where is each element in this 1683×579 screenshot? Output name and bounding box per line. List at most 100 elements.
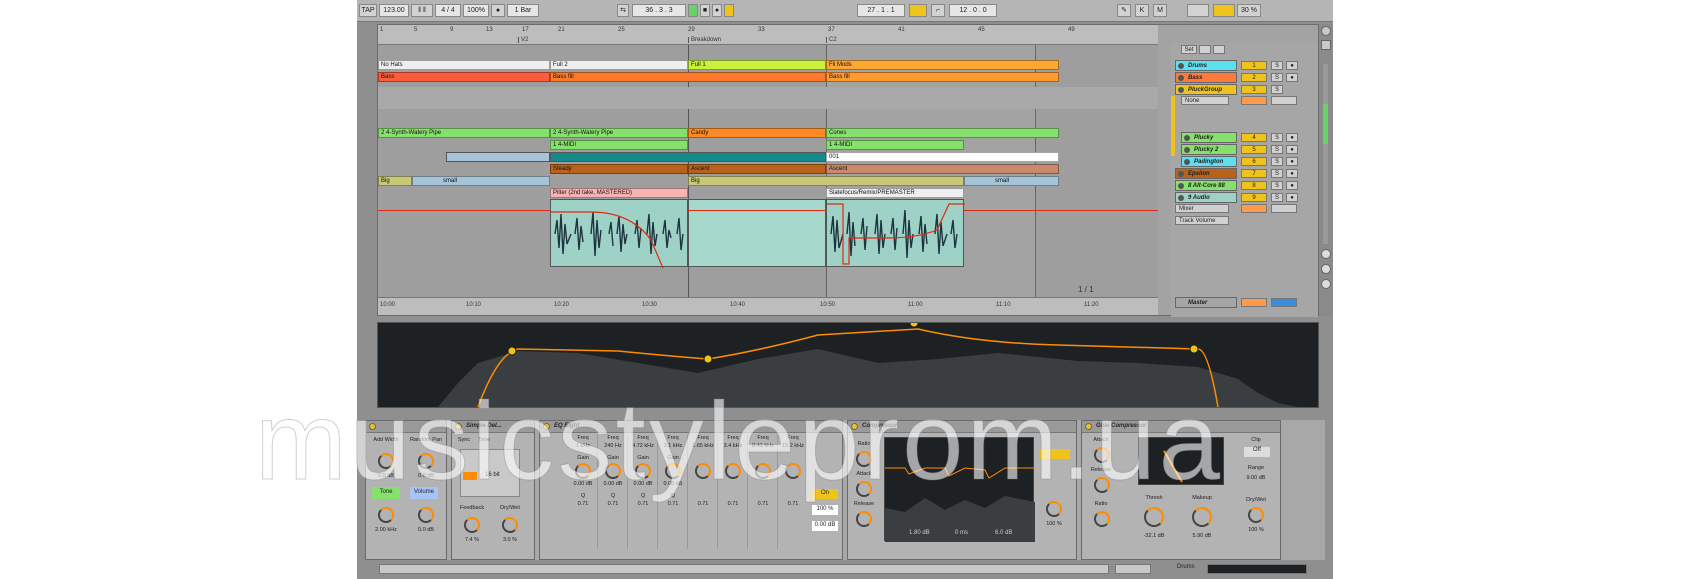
volume-button[interactable]: Volume xyxy=(410,487,438,499)
solo-button[interactable]: S xyxy=(1271,169,1283,178)
track-activator[interactable]: 2 xyxy=(1241,73,1267,82)
solo-button[interactable]: S xyxy=(1271,181,1283,190)
play-icon[interactable] xyxy=(1184,147,1190,153)
eq-spectrum-display[interactable] xyxy=(377,318,1319,408)
metronome-button[interactable]: ● xyxy=(491,4,505,17)
automation-monitor[interactable] xyxy=(1241,204,1267,213)
track-name[interactable]: Master xyxy=(1175,297,1237,308)
follow-button[interactable]: ⇆ xyxy=(617,4,629,17)
input-select[interactable]: None xyxy=(1181,96,1229,105)
arm-button[interactable]: ● xyxy=(1286,133,1298,142)
arrangement-clip[interactable]: Ascent xyxy=(688,164,826,174)
track-activator[interactable]: 1 xyxy=(1241,61,1267,70)
eq-band[interactable]: Freq 1 kHz Gain 0.00 dB Q 0.71 xyxy=(568,435,598,549)
play-icon[interactable] xyxy=(1184,135,1190,141)
gain-knob[interactable] xyxy=(605,463,621,479)
eq-band[interactable]: Freq 1.65 kHz 0.71 xyxy=(688,435,718,549)
draw-mode-icon[interactable]: ✎ xyxy=(1117,4,1131,17)
drywet-knob[interactable] xyxy=(1248,507,1264,523)
gain-knob[interactable] xyxy=(665,463,681,479)
arrangement-clip[interactable]: 2 4-Synth-Watery Pipe xyxy=(378,128,550,138)
eq-band[interactable]: Freq 8.41 kHz 0.71 xyxy=(748,435,778,549)
solo-button[interactable]: S xyxy=(1271,157,1283,166)
track-activator[interactable]: 3 xyxy=(1241,85,1267,94)
gain-knob[interactable] xyxy=(635,463,651,479)
arrangement-clip[interactable]: small xyxy=(412,176,550,186)
automation-device-select[interactable]: Mixer xyxy=(1175,204,1229,213)
track-activator[interactable]: 8 xyxy=(1241,181,1267,190)
track-plucky-2[interactable]: Plucky 2 5 S ● xyxy=(1171,144,1318,155)
midi-map-button[interactable]: M xyxy=(1153,4,1167,17)
tone-button[interactable]: Tone xyxy=(372,487,400,499)
sync-time-cell[interactable] xyxy=(463,472,477,480)
delay-time-grid[interactable]: 16 bit xyxy=(460,449,520,497)
threshold-knob[interactable] xyxy=(1144,507,1164,527)
eq-band-handle[interactable] xyxy=(909,318,919,328)
solo-button[interactable]: S xyxy=(1271,145,1283,154)
power-icon[interactable] xyxy=(455,423,462,430)
arm-button[interactable]: ● xyxy=(1286,145,1298,154)
locator[interactable]: C2 xyxy=(826,37,837,43)
song-position[interactable]: 36 . 3 . 3 xyxy=(632,4,686,17)
automation-arm-button[interactable] xyxy=(724,4,734,17)
master-volume[interactable] xyxy=(1241,298,1267,307)
track-name[interactable]: 8 Alt-Core 88 xyxy=(1175,180,1237,191)
gain-knob[interactable] xyxy=(575,463,591,479)
quantization-select[interactable]: 1 Bar xyxy=(507,4,539,17)
arrangement-clip[interactable]: Bass fill xyxy=(826,72,1059,82)
volume-knob[interactable] xyxy=(418,507,434,523)
locator[interactable]: Breakdown xyxy=(688,37,721,43)
arrangement-clip[interactable]: Candy xyxy=(688,128,826,138)
eq-band-handle[interactable] xyxy=(703,354,713,364)
release-knob[interactable] xyxy=(1094,477,1110,493)
automation-line[interactable] xyxy=(688,210,826,211)
eq-band[interactable]: Freq 3.1 kHz Gain 0.00 dB Q 0.71 xyxy=(658,435,688,549)
record-button[interactable]: ● xyxy=(712,4,722,17)
track-name[interactable]: Epsilon xyxy=(1175,168,1237,179)
arrangement-clip[interactable]: 001 xyxy=(826,152,1059,162)
track-activator[interactable]: 7 xyxy=(1241,169,1267,178)
audio-waveform[interactable] xyxy=(826,199,965,267)
eq-band-handle[interactable] xyxy=(507,346,517,356)
track-drums[interactable]: Drums 1 S ● xyxy=(1171,60,1318,71)
fold-icon[interactable] xyxy=(1178,171,1184,177)
fold-icon[interactable] xyxy=(1178,75,1184,81)
drywet-knob[interactable] xyxy=(1046,501,1062,517)
track-epsilon[interactable]: Epsilon 7 S ● xyxy=(1171,168,1318,179)
track-pluckgroup[interactable]: PluckGroup 3 S xyxy=(1171,84,1318,95)
fold-icon[interactable] xyxy=(1178,183,1184,189)
time-ruler[interactable]: 10:00 10:10 10:20 10:30 10:40 10:50 11:0… xyxy=(378,297,1158,315)
time-signature[interactable]: 4 / 4 xyxy=(435,4,461,17)
track-name[interactable]: Plucky xyxy=(1181,132,1237,143)
solo-button[interactable]: S xyxy=(1271,73,1283,82)
track-master[interactable]: Master xyxy=(1171,297,1318,308)
compressor-display[interactable]: 1.80 dB 0 ms 6.0 dB xyxy=(884,437,1035,542)
track-name[interactable]: Plucky 2 xyxy=(1181,144,1237,155)
power-icon[interactable] xyxy=(851,423,858,430)
peak-button[interactable] xyxy=(1040,449,1070,459)
fold-icon[interactable] xyxy=(1178,195,1184,201)
track-padington[interactable]: Padington 6 S ● xyxy=(1171,156,1318,167)
arrangement-clip[interactable]: No Hats xyxy=(378,60,550,70)
adapt-q-toggle[interactable]: On xyxy=(812,489,838,499)
ratio-knob[interactable] xyxy=(1094,511,1110,527)
track-activator[interactable]: 4 xyxy=(1241,133,1267,142)
attack-knob[interactable] xyxy=(856,481,872,497)
automation-line[interactable] xyxy=(378,210,550,211)
track-activator[interactable]: 9 xyxy=(1241,193,1267,202)
scale-field[interactable]: 100 % xyxy=(812,505,838,515)
punch-button[interactable]: ⌐ xyxy=(931,4,945,17)
eq-band-handle[interactable] xyxy=(1189,344,1199,354)
locator[interactable]: V2 xyxy=(518,37,528,43)
solo-button[interactable]: S xyxy=(1271,133,1283,142)
width-knob[interactable] xyxy=(378,453,394,469)
tone-knob[interactable] xyxy=(378,507,394,523)
arm-button[interactable]: ● xyxy=(1286,181,1298,190)
ratio-knob[interactable] xyxy=(856,451,872,467)
sends-toggle[interactable] xyxy=(1321,249,1331,259)
track-name[interactable]: PluckGroup xyxy=(1175,84,1237,95)
mixer-toggle[interactable] xyxy=(1321,279,1331,289)
power-icon[interactable] xyxy=(543,423,550,430)
eq-band[interactable]: Freq 15.2 kHz 0.71 xyxy=(778,435,808,549)
audio-clip-header[interactable]: Slatefocus/Remix/PREMASTER xyxy=(826,188,964,198)
